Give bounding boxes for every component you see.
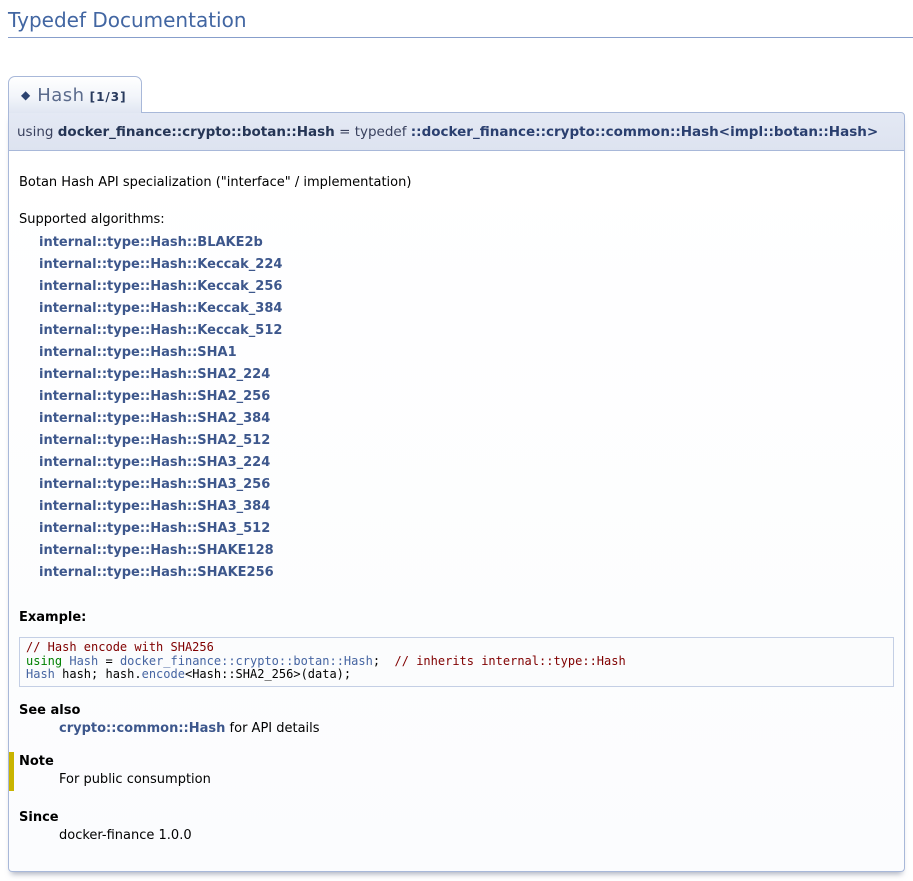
algorithm-link[interactable]: internal::type::Hash::Keccak_512 — [39, 323, 282, 338]
code-text: using — [26, 654, 62, 668]
code-text: // inherits internal::type::Hash — [395, 654, 626, 668]
typedef-name: docker_finance::crypto::botan::Hash — [58, 124, 335, 140]
using-keyword: using — [17, 124, 58, 140]
anchor-diamond-icon[interactable]: ◆ — [21, 88, 30, 102]
algorithm-link[interactable]: internal::type::Hash::SHA3_384 — [39, 499, 270, 514]
see-also-heading: See also — [19, 703, 894, 718]
code-line: // Hash encode with SHA256 — [26, 641, 887, 655]
algorithm-link[interactable]: internal::type::Hash::SHA1 — [39, 345, 237, 360]
code-link[interactable]: encode — [142, 667, 185, 681]
equals-typedef: = typedef — [335, 124, 411, 140]
algorithm-link[interactable]: internal::type::Hash::SHA2_256 — [39, 389, 270, 404]
algorithm-item: internal::type::Hash::SHA3_384 — [39, 496, 894, 518]
code-text: = — [98, 654, 120, 668]
note-heading: Note — [19, 754, 894, 769]
algorithm-link[interactable]: internal::type::Hash::BLAKE2b — [39, 235, 263, 250]
member-documentation: Botan Hash API specialization ("interfac… — [8, 151, 905, 872]
example-section: Example: — [19, 610, 894, 625]
algorithm-link[interactable]: internal::type::Hash::Keccak_384 — [39, 301, 282, 316]
note-section: Note For public consumption — [9, 752, 894, 791]
algorithm-link[interactable]: internal::type::Hash::SHAKE128 — [39, 543, 274, 558]
note-text: For public consumption — [59, 772, 894, 787]
algorithm-item: internal::type::Hash::SHA2_512 — [39, 430, 894, 452]
algorithm-item: internal::type::Hash::SHA2_384 — [39, 408, 894, 430]
see-also-content: crypto::common::Hash for API details — [59, 721, 894, 736]
algorithm-link[interactable]: internal::type::Hash::SHA3_224 — [39, 455, 270, 470]
code-line: Hash hash; hash.encode<Hash::SHA2_256>(d… — [26, 668, 887, 682]
code-link[interactable]: Hash — [69, 654, 98, 668]
example-heading: Example: — [19, 610, 894, 625]
algorithm-link[interactable]: internal::type::Hash::SHA2_384 — [39, 411, 270, 426]
algorithm-item: internal::type::Hash::SHAKE128 — [39, 540, 894, 562]
algorithm-link[interactable]: internal::type::Hash::SHA3_256 — [39, 477, 270, 492]
code-link[interactable]: docker_finance::crypto::botan::Hash — [120, 654, 373, 668]
algorithm-item: internal::type::Hash::SHA3_512 — [39, 518, 894, 540]
algorithm-item: internal::type::Hash::SHAKE256 — [39, 562, 894, 584]
algorithm-link[interactable]: internal::type::Hash::SHAKE256 — [39, 565, 274, 580]
code-block: // Hash encode with SHA256using Hash = d… — [19, 637, 894, 687]
algorithm-item: internal::type::Hash::SHA3_224 — [39, 452, 894, 474]
code-text: <Hash::SHA2_256>(data); — [185, 667, 351, 681]
since-section: Since docker-finance 1.0.0 — [19, 810, 894, 843]
algorithm-item: internal::type::Hash::Keccak_384 — [39, 298, 894, 320]
algorithm-link[interactable]: internal::type::Hash::Keccak_256 — [39, 279, 282, 294]
algorithm-link[interactable]: internal::type::Hash::SHA2_224 — [39, 367, 270, 382]
algorithm-link[interactable]: internal::type::Hash::SHA3_512 — [39, 521, 270, 536]
member-tab: ◆ Hash [1/3] — [8, 76, 142, 113]
member-item-hash: ◆Hash[1/3] using docker_finance::crypto:… — [8, 76, 905, 872]
since-heading: Since — [19, 810, 894, 825]
algorithm-item: internal::type::Hash::SHA1 — [39, 342, 894, 364]
code-text: hash; hash. — [55, 667, 142, 681]
algorithm-item: internal::type::Hash::BLAKE2b — [39, 232, 894, 254]
algorithm-item: internal::type::Hash::SHA3_256 — [39, 474, 894, 496]
see-also-section: See also crypto::common::Hash for API de… — [19, 703, 894, 736]
member-tab-overload: [1/3] — [90, 90, 127, 104]
algorithm-link[interactable]: internal::type::Hash::SHA2_512 — [39, 433, 270, 448]
algorithm-item: internal::type::Hash::SHA2_224 — [39, 364, 894, 386]
algorithm-item: internal::type::Hash::Keccak_512 — [39, 320, 894, 342]
code-line: using Hash = docker_finance::crypto::bot… — [26, 655, 887, 669]
code-text: // Hash encode with SHA256 — [26, 640, 214, 654]
algorithm-item: internal::type::Hash::Keccak_256 — [39, 276, 894, 298]
member-brief: Botan Hash API specialization ("interfac… — [19, 175, 894, 190]
typedef-documentation-page: Typedef Documentation ◆ Hash [1/3] using d… — [0, 8, 913, 881]
supported-algorithms-label: Supported algorithms: — [19, 212, 894, 227]
code-text: ; — [373, 654, 395, 668]
see-also-link[interactable]: crypto::common::Hash — [59, 721, 225, 736]
member-tab-title: Hash — [37, 85, 84, 106]
since-text: docker-finance 1.0.0 — [59, 828, 894, 843]
member-prototype: using docker_finance::crypto::botan::Has… — [8, 112, 905, 151]
typedef-target: ::docker_finance::crypto::common::Hash<i… — [411, 124, 878, 140]
algorithm-link[interactable]: internal::type::Hash::Keccak_224 — [39, 257, 282, 272]
see-also-text: for API details — [225, 721, 319, 736]
algorithm-list: internal::type::Hash::BLAKE2binternal::t… — [39, 232, 894, 584]
algorithm-item: internal::type::Hash::SHA2_256 — [39, 386, 894, 408]
code-link[interactable]: Hash — [26, 667, 55, 681]
page-title: Typedef Documentation — [8, 8, 913, 38]
algorithm-item: internal::type::Hash::Keccak_224 — [39, 254, 894, 276]
